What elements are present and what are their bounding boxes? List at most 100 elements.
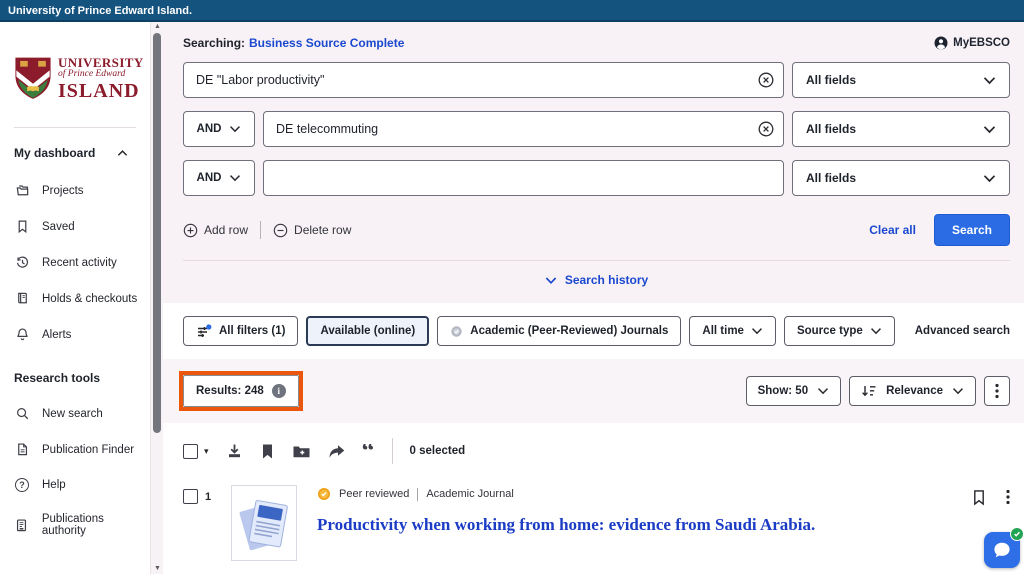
search-row-2: AND All fields: [183, 111, 1010, 147]
share-icon[interactable]: [328, 444, 345, 459]
chevron-down-icon: [751, 327, 763, 335]
research-tools-header: Research tools: [14, 371, 150, 385]
chat-button[interactable]: [984, 532, 1020, 568]
search-row-3: AND All fields: [183, 160, 1010, 196]
upei-logo[interactable]: UNIVERSITY of Prince Edward ISLAND: [14, 56, 150, 101]
publication-icon: [14, 442, 30, 457]
delete-row-button[interactable]: Delete row: [273, 223, 351, 238]
clear-all-button[interactable]: Clear all: [869, 223, 916, 237]
search-term-input-2[interactable]: [263, 111, 784, 147]
chat-bubble-icon: [991, 539, 1013, 561]
divider: [260, 221, 261, 239]
field-select-2[interactable]: All fields: [792, 111, 1010, 147]
peer-reviewed-journals-chip[interactable]: Academic (Peer-Reviewed) Journals: [437, 316, 681, 346]
search-panel: Searching:Business Source Complete MyEBS…: [163, 22, 1024, 303]
help-icon: ?: [14, 478, 30, 492]
bookmark-icon: [14, 219, 30, 234]
person-icon: [934, 36, 948, 50]
sidebar-item-publications-authority[interactable]: Publications authority: [14, 510, 150, 540]
kebab-icon: [995, 383, 999, 399]
select-dropdown-caret[interactable]: ▾: [204, 447, 209, 456]
operator-select-3[interactable]: AND: [183, 160, 255, 196]
sidebar-item-publication-finder[interactable]: Publication Finder: [14, 439, 150, 460]
sidebar-item-new-search[interactable]: New search: [14, 403, 150, 424]
projects-icon: [14, 183, 30, 198]
all-time-dropdown[interactable]: All time: [689, 316, 776, 346]
myebsco-button[interactable]: MyEBSCO: [934, 36, 1010, 50]
search-button[interactable]: Search: [934, 214, 1010, 246]
sort-dropdown[interactable]: Relevance: [849, 376, 976, 406]
sidebar-item-projects[interactable]: Projects: [14, 180, 150, 201]
sidebar-item-help[interactable]: ? Help: [14, 475, 150, 495]
bulk-action-toolbar: ▾ “ 0 selected: [163, 423, 1024, 475]
sidebar-item-recent-activity[interactable]: Recent activity: [14, 252, 150, 273]
holds-icon: [14, 291, 30, 306]
sidebar-item-holds-checkouts[interactable]: Holds & checkouts: [14, 288, 150, 309]
clear-term-1-button[interactable]: [758, 72, 774, 88]
chevron-down-icon: [952, 387, 964, 395]
more-options-button[interactable]: [984, 376, 1010, 406]
filter-sliders-icon: [196, 324, 212, 339]
upei-crest-icon: [14, 56, 52, 101]
result-item: 1 Peer reviewed: [163, 475, 1024, 561]
university-banner: University of Prince Edward Island.: [0, 0, 1024, 22]
chevron-down-icon: [817, 387, 829, 395]
results-count: Results: 248 i: [183, 375, 299, 407]
journal-thumbnail[interactable]: [231, 485, 297, 561]
cite-icon[interactable]: “: [362, 444, 375, 458]
filter-bar: All filters (1) Available (online) Acade…: [163, 303, 1024, 359]
source-type-label: Academic Journal: [426, 488, 513, 500]
field-select-3[interactable]: All fields: [792, 160, 1010, 196]
clear-term-2-button[interactable]: [758, 121, 774, 137]
search-icon: [14, 406, 30, 421]
minus-circle-icon: [273, 223, 288, 238]
bookmark-icon[interactable]: [260, 443, 275, 460]
dashboard-section-toggle[interactable]: My dashboard: [14, 146, 150, 160]
database-link[interactable]: Business Source Complete: [249, 36, 404, 50]
result-checkbox[interactable]: [183, 489, 198, 504]
show-per-page-dropdown[interactable]: Show: 50: [746, 376, 841, 406]
advanced-search-link[interactable]: Advanced search: [915, 325, 1010, 337]
sort-icon: [861, 384, 877, 398]
select-all-checkbox[interactable]: [183, 444, 198, 459]
history-icon: [14, 255, 30, 270]
operator-select-2[interactable]: AND: [183, 111, 255, 147]
scrollbar-thumb[interactable]: [153, 33, 161, 433]
authority-icon: [14, 518, 30, 533]
check-badge-icon: [1010, 527, 1024, 541]
results-header: Results: 248 i Show: 50 Relevance: [163, 359, 1024, 423]
source-type-dropdown[interactable]: Source type: [784, 316, 895, 346]
chevron-down-icon: [870, 327, 882, 335]
available-online-chip[interactable]: Available (online): [306, 316, 429, 346]
search-term-input-3[interactable]: [263, 160, 784, 196]
highlight-annotation-box: Results: 248 i: [179, 371, 303, 411]
selected-count: 0 selected: [410, 445, 466, 457]
chevron-down-icon: [229, 174, 241, 182]
page-scrollbar: ▲ ▼: [150, 22, 163, 574]
gold-medal-icon: [317, 487, 331, 501]
download-icon[interactable]: [226, 443, 243, 460]
all-filters-chip[interactable]: All filters (1): [183, 316, 298, 346]
sidebar-item-alerts[interactable]: Alerts: [14, 324, 150, 345]
searching-label: Searching:Business Source Complete: [183, 36, 404, 50]
result-number: 1: [205, 489, 211, 503]
divider: [392, 438, 393, 464]
chevron-down-icon: [229, 125, 241, 133]
chevron-down-icon: [983, 125, 996, 134]
info-icon[interactable]: i: [272, 384, 286, 398]
peer-reviewed-label: Peer reviewed: [339, 488, 409, 500]
divider: [417, 488, 418, 501]
plus-circle-icon: [183, 223, 198, 238]
chevron-up-icon: [117, 149, 128, 157]
add-to-folder-icon[interactable]: [292, 444, 311, 459]
add-row-button[interactable]: Add row: [183, 223, 248, 238]
bell-icon: [14, 327, 30, 342]
chevron-down-icon: [983, 76, 996, 85]
sidebar-divider: [14, 127, 136, 128]
sidebar-item-saved[interactable]: Saved: [14, 216, 150, 237]
field-select-1[interactable]: All fields: [792, 62, 1010, 98]
search-history-toggle[interactable]: Search history: [183, 261, 1010, 303]
search-term-input-1[interactable]: [183, 62, 784, 98]
search-row-1: All fields: [183, 62, 1010, 98]
result-title-link[interactable]: Productivity when working from home: evi…: [317, 515, 972, 535]
